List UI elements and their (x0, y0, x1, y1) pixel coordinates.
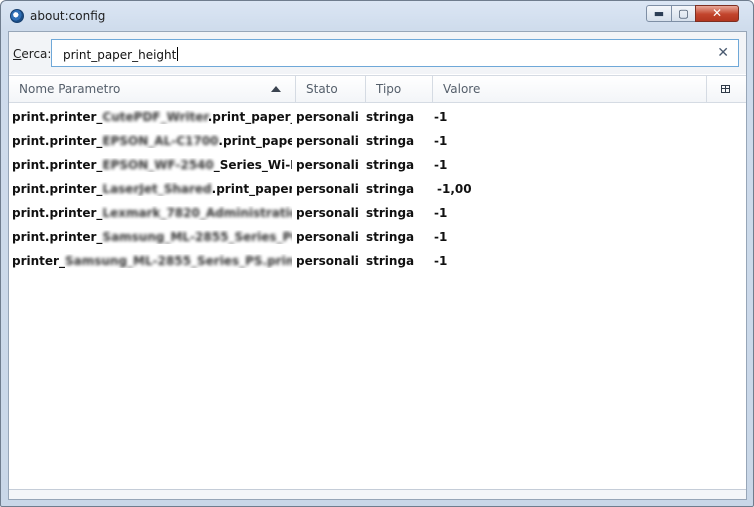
pref-value: -1 (434, 206, 448, 220)
column-picker-icon[interactable] (706, 76, 746, 103)
window-title: about:config (30, 9, 106, 23)
pref-type: stringa (366, 254, 415, 268)
pref-type: stringa (366, 182, 415, 196)
search-input[interactable]: print_paper_height ✕ (51, 39, 739, 67)
pref-type: stringa (366, 158, 415, 172)
title-bar[interactable]: about:config ▬ ▢ ✕ (1, 1, 753, 31)
table-row[interactable]: print.printer_EPSON_AL-C1700.print_paper… (9, 129, 746, 153)
column-header-valore[interactable]: Valore (432, 76, 706, 103)
text-caret (177, 47, 179, 61)
pref-value: -1 (434, 134, 448, 148)
pref-name: print.printer_LaserJet_Shared.print_pape… (12, 182, 292, 196)
search-value-text: print_paper_height (63, 48, 177, 62)
pref-status: personali... (296, 182, 360, 196)
table-row[interactable]: print.printer_LaserJet_Shared.print_pape… (9, 177, 746, 201)
pref-status: personali... (296, 110, 360, 124)
pref-value: -1 (434, 230, 448, 244)
column-header: Nome Parametro Stato Tipo Valore (9, 75, 746, 103)
table-row[interactable]: print.printer_Samsung_ML-2855_Series_PCL… (9, 225, 746, 249)
table-row[interactable]: print.printer_CutePDF_Writer.print_paper… (9, 105, 746, 129)
pref-type: stringa (366, 110, 415, 124)
pref-type: stringa (366, 134, 415, 148)
pref-status: personali... (296, 134, 360, 148)
pref-type: stringa (366, 230, 415, 244)
firefox-icon (10, 9, 24, 23)
pref-value: -1 (434, 254, 448, 268)
pref-name: print.printer_Lexmark_7820_Administratio… (12, 206, 292, 220)
pref-name: print.printer_CutePDF_Writer.print_paper… (12, 110, 292, 124)
search-bar: Cerca: print_paper_height ✕ (9, 32, 746, 74)
sort-ascending-icon (271, 86, 281, 92)
pref-status: personali... (296, 206, 360, 220)
minimize-button[interactable]: ▬ (646, 5, 672, 22)
pref-value: -1 (434, 110, 448, 124)
pref-status: personali... (296, 254, 360, 268)
search-label: Cerca: (13, 47, 51, 61)
pref-value: -1 (434, 158, 448, 172)
table-row[interactable]: print.printer_Lexmark_7820_Administratio… (9, 201, 746, 225)
clear-search-icon[interactable]: ✕ (717, 45, 729, 61)
column-header-name[interactable]: Nome Parametro (9, 76, 295, 103)
pref-value: -1,00 (437, 182, 472, 196)
maximize-button[interactable]: ▢ (671, 5, 696, 22)
config-panel: Cerca: print_paper_height ✕ Nome Paramet… (8, 31, 747, 500)
search-label-text: erca: (21, 47, 52, 61)
pref-type: stringa (366, 206, 415, 220)
about-config-window: about:config ▬ ▢ ✕ Cerca: print_paper_he… (0, 0, 754, 507)
pref-status: personali... (296, 230, 360, 244)
column-header-tipo[interactable]: Tipo (365, 76, 433, 103)
pref-name: print.printer_Samsung_ML-2855_Series_PCL… (12, 230, 292, 244)
horizontal-scrollbar[interactable] (9, 489, 746, 499)
search-input-value: print_paper_height (63, 47, 179, 62)
column-header-stato[interactable]: Stato (295, 76, 365, 103)
pref-name: printer_Samsung_ML-2855_Series_PS.print_… (12, 254, 292, 268)
table-row[interactable]: print.printer_EPSON_WF-2540_Series_Wi-Fi… (9, 153, 746, 177)
pref-name: print.printer_EPSON_AL-C1700.print_paper… (12, 134, 292, 148)
pref-status: personali... (296, 158, 360, 172)
preferences-list: print.printer_CutePDF_Writer.print_paper… (9, 105, 746, 273)
pref-name: print.printer_EPSON_WF-2540_Series_Wi-Fi… (12, 158, 292, 172)
close-button[interactable]: ✕ (695, 5, 739, 22)
table-row[interactable]: printer_Samsung_ML-2855_Series_PS.print_… (9, 249, 746, 273)
